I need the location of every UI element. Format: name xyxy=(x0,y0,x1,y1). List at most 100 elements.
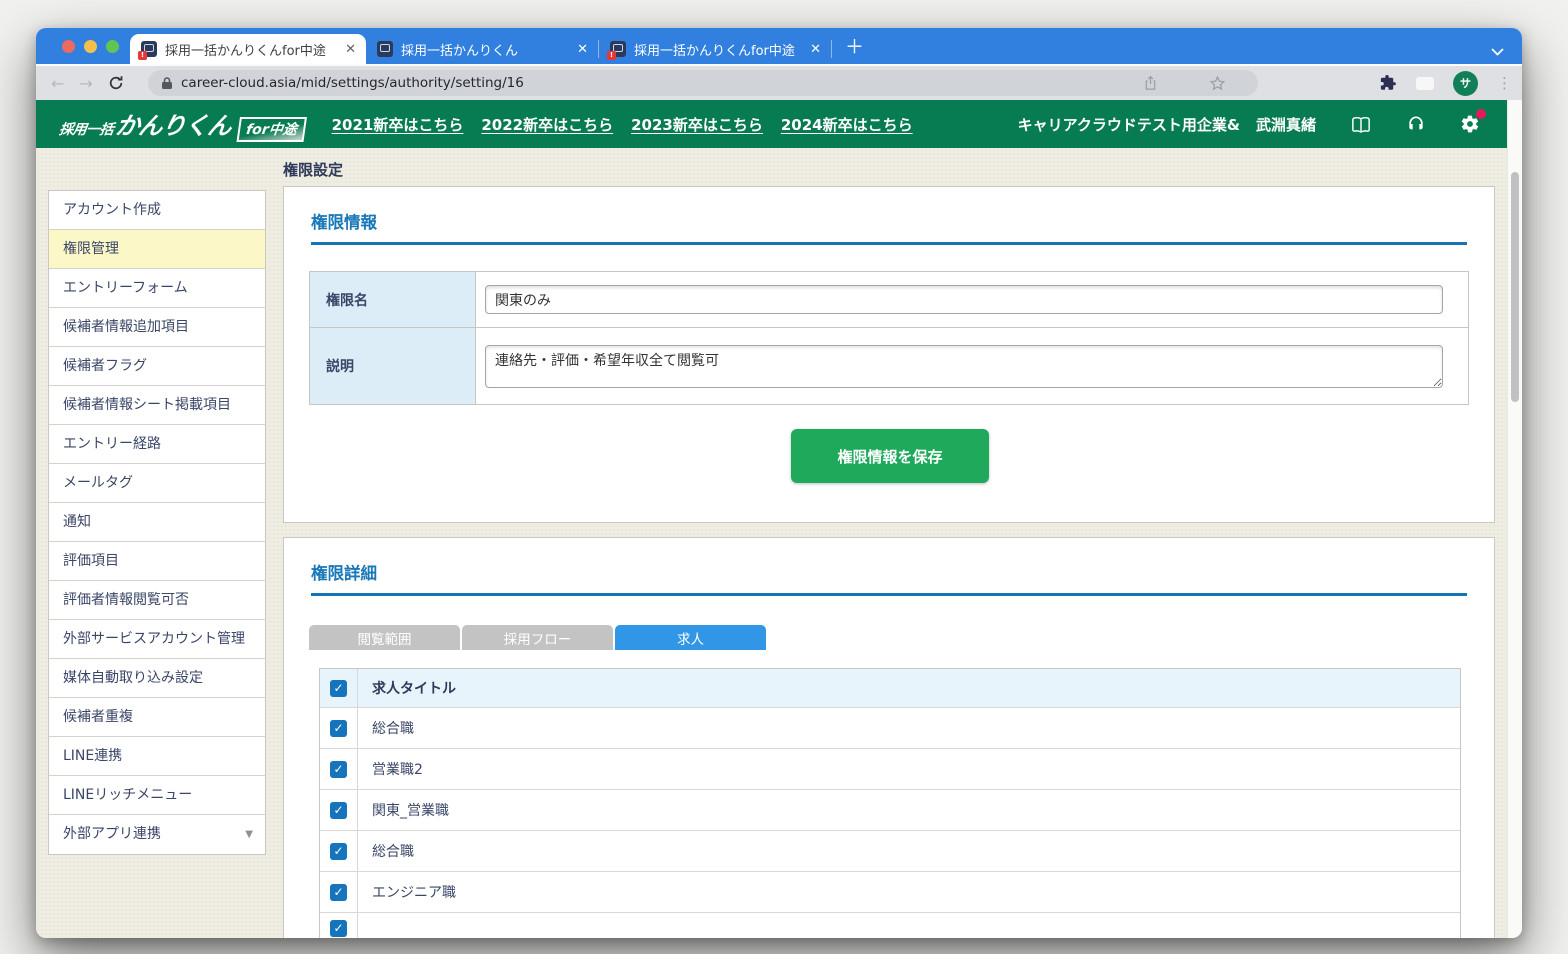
authority-info-card: 権限情報 権限名 説明 連絡先・評価・希望年収全て閲覧可 権限情報を保存 xyxy=(283,186,1495,523)
url-bar[interactable]: career-cloud.asia/mid/settings/authority… xyxy=(148,70,1258,96)
settings-gear-icon[interactable] xyxy=(1460,114,1480,134)
extensions-puzzle-icon[interactable] xyxy=(1379,74,1397,92)
tab-divider xyxy=(831,40,832,58)
minimize-window-button[interactable] xyxy=(84,40,97,53)
job-title-label: 総合職 xyxy=(372,831,414,871)
header-right: キャリアクラウドテスト用企業& 武淵真緒 xyxy=(1018,114,1480,135)
support-headset-icon[interactable] xyxy=(1406,114,1426,134)
sidebar-item[interactable]: 候補者情報シート掲載項目 xyxy=(49,386,265,425)
share-icon[interactable] xyxy=(1143,75,1158,91)
sidebar-item[interactable]: メールタグ xyxy=(49,464,265,503)
job-checkbox[interactable]: ✓ xyxy=(330,843,347,860)
detail-tab[interactable]: 求人 xyxy=(615,625,766,650)
job-check-cell: ✓ xyxy=(320,708,358,748)
fullscreen-window-button[interactable] xyxy=(106,40,119,53)
sidebar-item[interactable]: LINE連携 xyxy=(49,737,265,776)
select-all-checkbox[interactable]: ✓ xyxy=(330,680,347,697)
back-icon[interactable]: ← xyxy=(51,74,64,93)
nav-link-1[interactable]: 2022新卒はこちら xyxy=(481,114,613,135)
tab-favicon-alert-icon xyxy=(610,41,626,57)
sidebar-item[interactable]: 評価者情報閲覧可否 xyxy=(49,581,265,620)
profile-avatar[interactable]: サ xyxy=(1453,71,1478,96)
lock-icon[interactable] xyxy=(161,76,173,90)
sidebar-item-label: 評価者情報閲覧可否 xyxy=(63,592,189,608)
sidebar-item[interactable]: 通知 xyxy=(49,503,265,542)
tab-close-icon[interactable]: ✕ xyxy=(577,42,588,57)
job-checkbox[interactable]: ✓ xyxy=(330,761,347,778)
job-check-cell: ✓ xyxy=(320,872,358,912)
browser-toolbar: ← → career-cloud.asia/mid/settings/autho… xyxy=(36,64,1522,100)
scrollbar-thumb[interactable] xyxy=(1511,172,1519,402)
authority-detail-title: 権限詳細 xyxy=(311,560,1467,596)
sidebar-item-label: メールタグ xyxy=(63,475,133,491)
reload-icon[interactable] xyxy=(108,75,124,91)
authority-description-label: 説明 xyxy=(310,328,476,404)
sidebar-item-label: 媒体自動取り込み設定 xyxy=(63,670,203,686)
sidebar-item[interactable]: アカウント作成 xyxy=(49,191,265,230)
url-text[interactable]: career-cloud.asia/mid/settings/authority… xyxy=(181,75,524,91)
company-name: キャリアクラウドテスト用企業& xyxy=(1018,114,1240,135)
nav-link-0[interactable]: 2021新卒はこちら xyxy=(332,114,464,135)
job-check-cell: ✓ xyxy=(320,749,358,789)
forward-icon[interactable]: → xyxy=(79,74,92,93)
sidebar-item-label: 候補者情報追加項目 xyxy=(63,319,189,335)
chevron-down-icon: ▼ xyxy=(245,815,253,854)
side-panel-icon[interactable] xyxy=(1416,77,1434,90)
job-table-row: ✓営業職2 xyxy=(320,749,1460,790)
sidebar-item[interactable]: 候補者重複 xyxy=(49,698,265,737)
sidebar-menu: アカウント作成権限管理エントリーフォーム候補者情報追加項目候補者フラグ候補者情報… xyxy=(48,190,266,855)
sidebar-item[interactable]: 媒体自動取り込み設定 xyxy=(49,659,265,698)
tab-close-icon[interactable]: ✕ xyxy=(810,42,821,57)
notification-dot xyxy=(1476,109,1486,119)
logo-main: かんりくん xyxy=(114,106,234,141)
nav-link-2[interactable]: 2023新卒はこちら xyxy=(631,114,763,135)
app-logo[interactable]: 採用一括 かんりくん for中途 xyxy=(57,106,308,142)
job-table-row: ✓総合職 xyxy=(320,708,1460,749)
job-checkbox[interactable]: ✓ xyxy=(330,884,347,901)
browser-tab-3[interactable]: 採用一括かんりくんfor中途 ✕ xyxy=(599,34,831,64)
sidebar-item[interactable]: 外部アプリ連携▼ xyxy=(49,815,265,854)
manual-book-icon[interactable] xyxy=(1350,115,1372,134)
nav-link-3[interactable]: 2024新卒はこちら xyxy=(781,114,913,135)
sidebar-item[interactable]: 候補者フラグ xyxy=(49,347,265,386)
sidebar-item[interactable]: LINEリッチメニュー xyxy=(49,776,265,815)
job-checkbox[interactable]: ✓ xyxy=(330,720,347,737)
app-header: 採用一括 かんりくん for中途 2021新卒はこちら 2022新卒はこちら 202… xyxy=(36,100,1522,148)
detail-tab[interactable]: 採用フロー xyxy=(462,625,613,650)
browser-tab-1[interactable]: 採用一括かんりくんfor中途 ✕ xyxy=(130,34,366,64)
new-tab-button[interactable]: ＋ xyxy=(845,38,864,57)
sidebar-item-label: 通知 xyxy=(63,514,91,530)
tab-close-icon[interactable]: ✕ xyxy=(345,42,356,57)
sidebar-item[interactable]: エントリー経路 xyxy=(49,425,265,464)
job-title-label: 関東_営業職 xyxy=(372,790,449,830)
logo-prefix: 採用一括 xyxy=(58,119,115,139)
authority-name-input[interactable] xyxy=(485,285,1443,314)
sidebar-item[interactable]: 候補者情報追加項目 xyxy=(49,308,265,347)
sidebar-item-label: LINE連携 xyxy=(63,748,122,764)
job-table-row: ✓ 関東_営業職 xyxy=(320,790,1460,831)
browser-menu-icon[interactable]: ⋮ xyxy=(1497,74,1512,92)
sidebar-item[interactable]: エントリーフォーム xyxy=(49,269,265,308)
sidebar-item-label: 外部サービスアカウント管理 xyxy=(63,631,245,647)
browser-tab-2[interactable]: 採用一括かんりくん ✕ xyxy=(366,34,598,64)
user-name[interactable]: 武淵真緒 xyxy=(1256,114,1316,135)
logo-badge: for中途 xyxy=(236,117,306,142)
job-table-header-label: 求人タイトル xyxy=(372,669,456,707)
save-authority-button[interactable]: 権限情報を保存 xyxy=(791,429,989,483)
detail-tab[interactable]: 閲覧範囲 xyxy=(309,625,460,650)
sidebar-item[interactable]: 権限管理 xyxy=(49,230,265,269)
detail-tabs: 閲覧範囲採用フロー求人 xyxy=(309,625,766,650)
tab-title: 採用一括かんりくん xyxy=(401,40,569,59)
sidebar-item[interactable]: 外部サービスアカウント管理 xyxy=(49,620,265,659)
job-checkbox[interactable]: ✓ xyxy=(330,802,347,819)
job-checkbox[interactable]: ✓ xyxy=(330,920,347,937)
bookmark-star-icon[interactable] xyxy=(1209,75,1226,92)
page-content: 権限設定 アカウント作成権限管理エントリーフォーム候補者情報追加項目候補者フラグ… xyxy=(36,148,1522,938)
sidebar-item-label: 権限管理 xyxy=(63,241,119,257)
tab-search-chevron-icon[interactable] xyxy=(1491,41,1504,60)
page-scrollbar[interactable] xyxy=(1507,100,1522,938)
sidebar-item[interactable]: 評価項目 xyxy=(49,542,265,581)
close-window-button[interactable] xyxy=(62,40,75,53)
authority-description-textarea[interactable]: 連絡先・評価・希望年収全て閲覧可 xyxy=(485,345,1443,388)
page-title: 権限設定 xyxy=(283,159,343,180)
